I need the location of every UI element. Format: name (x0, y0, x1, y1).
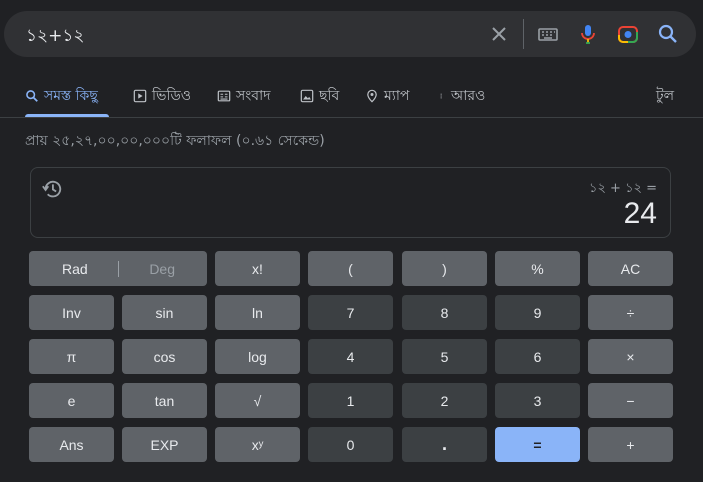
tab-label: আরও (451, 88, 486, 104)
tab-label: ছবি (319, 88, 340, 104)
tabs-divider (0, 117, 703, 118)
power-key[interactable]: xʸ (215, 427, 300, 462)
multiply-key[interactable]: × (588, 339, 673, 374)
tab-label: সমস্ত কিছু (44, 88, 98, 104)
angle-mode-toggle[interactable]: Rad Deg (29, 251, 207, 286)
sin-key[interactable]: sin (122, 295, 207, 330)
exp-key[interactable]: EXP (122, 427, 207, 462)
microphone-icon[interactable] (576, 22, 600, 46)
clear-icon[interactable] (487, 22, 511, 46)
equals-key[interactable]: = (495, 427, 580, 462)
news-icon (217, 90, 231, 102)
digit-6-key[interactable]: 6 (495, 339, 580, 374)
digit-0-key[interactable]: 0 (308, 427, 393, 462)
pi-key[interactable]: π (29, 339, 114, 374)
tab-videos[interactable]: ভিডিও (133, 84, 191, 108)
cos-key[interactable]: cos (122, 339, 207, 374)
digit-3-key[interactable]: 3 (495, 383, 580, 418)
tab-all[interactable]: সমস্ত কিছু (25, 84, 98, 108)
more-vert-icon (440, 93, 442, 99)
decimal-point-key[interactable]: . (402, 427, 487, 462)
mode-separator (118, 260, 119, 277)
open-paren-key[interactable]: ( (308, 251, 393, 286)
log-key[interactable]: log (215, 339, 300, 374)
tab-label: ম্যাপ (384, 88, 410, 104)
tools-button[interactable]: টুল (656, 84, 674, 108)
ans-key[interactable]: Ans (29, 427, 114, 462)
search-bar: ১২+১২ (4, 11, 696, 57)
tab-maps[interactable]: ম্যাপ (365, 84, 409, 108)
sqrt-key[interactable]: √ (215, 383, 300, 418)
tab-images[interactable]: ছবি (300, 84, 339, 108)
tab-more[interactable]: আরও (440, 84, 485, 108)
ln-key[interactable]: ln (215, 295, 300, 330)
deg-option[interactable]: Deg (149, 261, 175, 277)
digit-4-key[interactable]: 4 (308, 339, 393, 374)
all-clear-key[interactable]: AC (588, 251, 673, 286)
euler-key[interactable]: e (29, 383, 114, 418)
tools-label: টুল (656, 88, 675, 104)
keyboard-icon[interactable] (536, 22, 560, 46)
factorial-key[interactable]: x! (215, 251, 300, 286)
result-stats: প্রায় ২৫,২৭,০০,০০,০০০টি ফলাফল (০.৬১ সেক… (25, 133, 325, 149)
percent-key[interactable]: % (495, 251, 580, 286)
plus-key[interactable]: + (588, 427, 673, 462)
calculator-result: 24 (623, 197, 657, 230)
digit-7-key[interactable]: 7 (308, 295, 393, 330)
rad-option[interactable]: Rad (62, 261, 88, 277)
search-icon[interactable] (656, 22, 680, 46)
digit-5-key[interactable]: 5 (402, 339, 487, 374)
history-icon[interactable] (41, 178, 63, 200)
digit-8-key[interactable]: 8 (402, 295, 487, 330)
digit-2-key[interactable]: 2 (402, 383, 487, 418)
map-pin-icon (367, 89, 377, 103)
inverse-key[interactable]: Inv (29, 295, 114, 330)
digit-9-key[interactable]: 9 (495, 295, 580, 330)
calculator-display: ১২ + ১২ = 24 (30, 167, 671, 238)
tab-news[interactable]: সংবাদ (217, 84, 270, 108)
search-icon (26, 90, 38, 102)
search-input[interactable]: ১২+১২ (26, 23, 84, 51)
tab-label: ভিডিও (152, 88, 192, 104)
video-icon (133, 89, 147, 103)
tab-label: সংবাদ (236, 88, 271, 104)
image-icon (300, 89, 314, 103)
camera-lens-icon[interactable] (616, 22, 640, 46)
divide-key[interactable]: ÷ (588, 295, 673, 330)
digit-1-key[interactable]: 1 (308, 383, 393, 418)
minus-key[interactable]: − (588, 383, 673, 418)
tan-key[interactable]: tan (122, 383, 207, 418)
search-tabs: সমস্ত কিছু ভিডিও সংবাদ ছবি ম্যাপ আরও টুল (0, 80, 703, 118)
close-paren-key[interactable]: ) (402, 251, 487, 286)
search-bar-divider (523, 19, 524, 49)
